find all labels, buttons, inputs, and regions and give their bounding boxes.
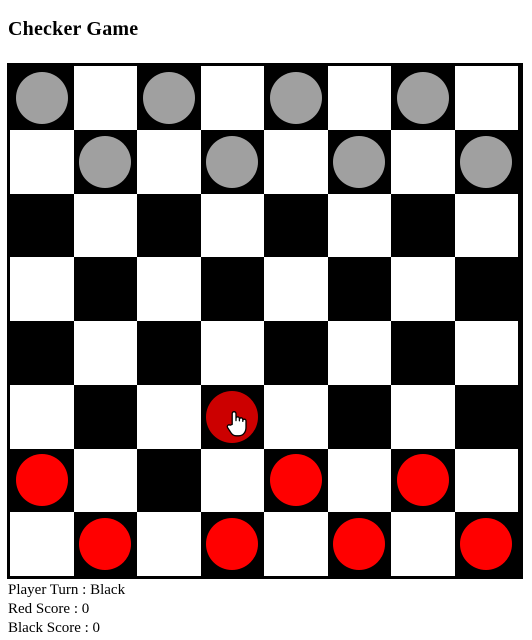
checker-piece-red[interactable]	[15, 454, 68, 507]
checker-piece-gray[interactable]	[79, 135, 132, 188]
board-cell[interactable]	[327, 193, 391, 258]
board-cell[interactable]	[327, 448, 391, 513]
board-cell[interactable]	[454, 257, 518, 321]
board-cell[interactable]	[264, 129, 328, 194]
board-cell[interactable]	[391, 321, 455, 385]
checker-piece-gray[interactable]	[15, 71, 68, 124]
checker-piece-gray[interactable]	[269, 71, 322, 124]
checker-game-page: Checker Game Player Turn : Black Red Sco…	[0, 0, 532, 640]
board-cell[interactable]	[391, 129, 455, 194]
board-cell[interactable]	[137, 66, 201, 130]
player-turn-status: Player Turn : Black	[8, 582, 126, 598]
board-cell[interactable]	[454, 321, 518, 385]
board-cell[interactable]	[200, 129, 264, 194]
board-cell[interactable]	[10, 321, 74, 385]
board-cell[interactable]	[391, 257, 455, 321]
board-cell[interactable]	[327, 384, 391, 449]
board-cell[interactable]	[137, 321, 201, 385]
board-cell[interactable]	[137, 448, 201, 513]
board-cell[interactable]	[264, 448, 328, 513]
page-title: Checker Game	[8, 18, 139, 40]
checker-piece-gray[interactable]	[396, 71, 449, 124]
board-cell[interactable]	[200, 384, 264, 449]
board-cell[interactable]	[73, 448, 137, 513]
board-cell[interactable]	[73, 384, 137, 449]
board-cell[interactable]	[200, 321, 264, 385]
board-cell[interactable]	[200, 66, 264, 130]
board-cell[interactable]	[73, 66, 137, 130]
board-cell[interactable]	[454, 384, 518, 449]
status-panel: Player Turn : Black Red Score : 0 Black …	[8, 581, 428, 638]
board-cell[interactable]	[200, 512, 264, 576]
board-cell[interactable]	[454, 512, 518, 576]
board-cell[interactable]	[391, 448, 455, 513]
board-cell[interactable]	[327, 129, 391, 194]
checker-piece-red-selected[interactable]	[206, 390, 259, 443]
board-cell[interactable]	[454, 129, 518, 194]
board-cell[interactable]	[73, 321, 137, 385]
checker-piece-red[interactable]	[460, 518, 513, 571]
board-cell[interactable]	[264, 66, 328, 130]
checker-piece-gray[interactable]	[460, 135, 513, 188]
board-grid[interactable]	[10, 66, 518, 576]
board-cell[interactable]	[10, 193, 74, 258]
board-cell[interactable]	[137, 384, 201, 449]
board-cell[interactable]	[454, 448, 518, 513]
board-cell[interactable]	[391, 193, 455, 258]
checker-piece-gray[interactable]	[206, 135, 259, 188]
board-cell[interactable]	[73, 129, 137, 194]
board-cell[interactable]	[200, 193, 264, 258]
checker-piece-gray[interactable]	[333, 135, 386, 188]
checker-piece-red[interactable]	[79, 518, 132, 571]
board-cell[interactable]	[137, 257, 201, 321]
board-cell[interactable]	[327, 66, 391, 130]
board-cell[interactable]	[137, 512, 201, 576]
board-cell[interactable]	[391, 384, 455, 449]
board-cell[interactable]	[327, 257, 391, 321]
board-cell[interactable]	[200, 257, 264, 321]
checker-piece-red[interactable]	[333, 518, 386, 571]
board-cell[interactable]	[264, 321, 328, 385]
black-score-status: Black Score : 0	[8, 620, 101, 636]
board-cell[interactable]	[10, 257, 74, 321]
board-cell[interactable]	[454, 193, 518, 258]
board-cell[interactable]	[73, 257, 137, 321]
board-cell[interactable]	[137, 129, 201, 194]
board-cell[interactable]	[264, 384, 328, 449]
board-cell[interactable]	[327, 512, 391, 576]
checker-piece-red[interactable]	[269, 454, 322, 507]
board-cell[interactable]	[10, 129, 74, 194]
checker-board[interactable]	[7, 63, 523, 579]
board-cell[interactable]	[200, 448, 264, 513]
board-cell[interactable]	[264, 512, 328, 576]
board-cell[interactable]	[73, 512, 137, 576]
board-cell[interactable]	[137, 193, 201, 258]
board-cell[interactable]	[264, 193, 328, 258]
board-cell[interactable]	[391, 512, 455, 576]
checker-piece-red[interactable]	[206, 518, 259, 571]
board-cell[interactable]	[327, 321, 391, 385]
board-cell[interactable]	[10, 384, 74, 449]
board-cell[interactable]	[10, 66, 74, 130]
board-cell[interactable]	[73, 193, 137, 258]
board-cell[interactable]	[391, 66, 455, 130]
board-cell[interactable]	[264, 257, 328, 321]
board-cell[interactable]	[10, 512, 74, 576]
red-score-status: Red Score : 0	[8, 601, 90, 617]
board-cell[interactable]	[454, 66, 518, 130]
board-cell[interactable]	[10, 448, 74, 513]
checker-piece-red[interactable]	[396, 454, 449, 507]
checker-piece-gray[interactable]	[142, 71, 195, 124]
